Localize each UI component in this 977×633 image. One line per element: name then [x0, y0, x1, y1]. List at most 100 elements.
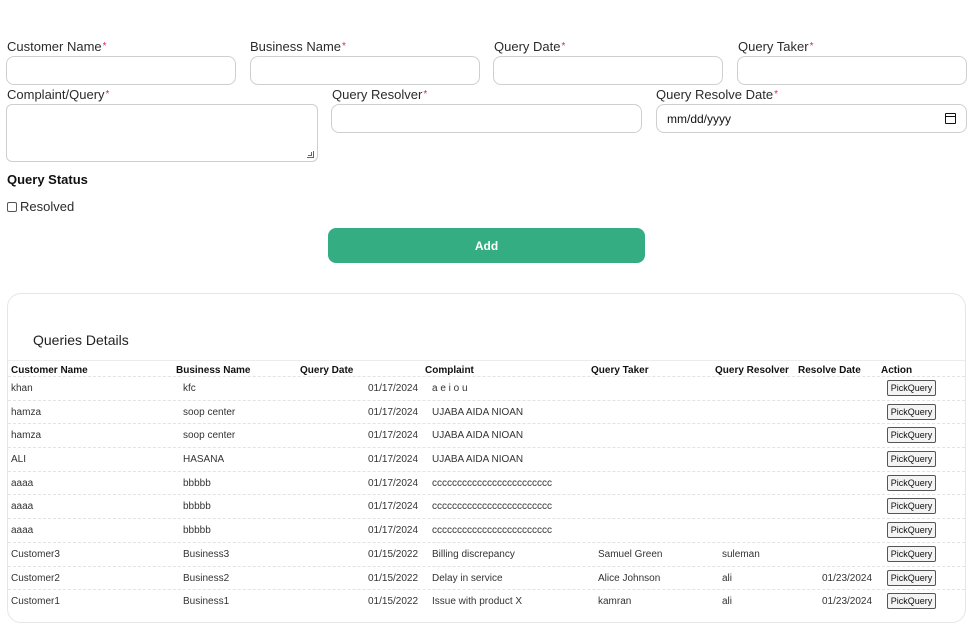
- cell-business-name: bbbbb: [183, 525, 211, 537]
- table-row: aaaa bbbbb 01/17/2024 ccccccccccccccccccccc…: [8, 470, 965, 495]
- cell-customer-name: khan: [11, 383, 33, 394]
- complaint-label: Complaint/Query*: [7, 87, 110, 102]
- table-row: Customer3 Business3 01/15/2022 Billing disc…: [8, 541, 965, 566]
- cell-complaint: UJABA AIDA NIOAN: [432, 430, 524, 442]
- cell-query-date: 01/15/2022: [368, 596, 419, 608]
- calendar-icon[interactable]: [945, 113, 956, 124]
- cell-query-date: 01/15/2022: [368, 572, 419, 584]
- queries-details-title: Queries Details: [33, 332, 129, 348]
- header-business-name: Business Name: [176, 365, 251, 376]
- cell-complaint: a e i o u: [432, 383, 468, 394]
- header-customer-name: Customer Name: [11, 365, 88, 376]
- resolved-label: Resolved: [20, 199, 75, 214]
- cell-query-taker: kamran: [598, 596, 632, 608]
- header-action: Action: [881, 365, 913, 376]
- cell-query-resolver: suleman: [722, 548, 760, 560]
- cell-query-date: 01/17/2024: [368, 406, 419, 418]
- cell-business-name: Business2: [183, 572, 230, 584]
- cell-business-name: bbbbb: [183, 477, 211, 489]
- cell-query-date: 01/17/2024: [368, 383, 419, 394]
- cell-customer-name: Customer2: [11, 572, 60, 584]
- table-body: khan kfc 01/17/2024 a e i o u PickQuery hamza…: [8, 376, 965, 613]
- table-row: aaaa bbbbb 01/17/2024 ccccccccccccccccccccc…: [8, 518, 965, 542]
- pick-query-button[interactable]: PickQuery: [887, 427, 936, 444]
- cell-complaint: UJABA AIDA NIOAN: [432, 454, 524, 466]
- business-name-label: Business Name*: [250, 39, 346, 54]
- resolved-checkbox-row[interactable]: Resolved: [7, 199, 74, 214]
- cell-query-date: 01/15/2022: [368, 548, 419, 560]
- cell-query-date: 01/17/2024: [368, 454, 419, 466]
- table-row: Customer1 Business1 01/15/2022 Issue with p…: [8, 589, 965, 613]
- customer-name-label: Customer Name*: [7, 39, 107, 54]
- resize-grip-icon[interactable]: [307, 151, 314, 158]
- cell-query-date: 01/17/2024: [368, 477, 419, 489]
- cell-customer-name: hamza: [11, 406, 42, 418]
- query-date-label: Query Date*: [494, 39, 566, 54]
- cell-complaint: Billing discrepancy: [432, 548, 515, 560]
- table-row: hamza soop center 01/17/2024 UJABA AIDA NIO…: [8, 423, 965, 447]
- cell-complaint: Delay in service: [432, 572, 503, 584]
- queries-table: Customer Name Business Name Query Date C…: [8, 360, 965, 613]
- pick-query-button[interactable]: PickQuery: [887, 545, 936, 562]
- pick-query-button[interactable]: PickQuery: [887, 569, 936, 586]
- cell-query-date: 01/17/2024: [368, 525, 419, 537]
- cell-complaint: cccccccccccccccccccccccc: [432, 477, 552, 489]
- header-complaint: Complaint: [425, 365, 474, 376]
- complaint-textarea[interactable]: [6, 104, 318, 162]
- pick-query-button[interactable]: PickQuery: [887, 451, 936, 468]
- header-query-date: Query Date: [300, 365, 354, 376]
- cell-complaint: cccccccccccccccccccccccc: [432, 501, 552, 513]
- cell-business-name: Business3: [183, 548, 230, 560]
- pick-query-button[interactable]: PickQuery: [887, 498, 936, 515]
- cell-business-name: HASANA: [183, 454, 225, 466]
- add-button[interactable]: Add: [328, 228, 645, 263]
- cell-query-date: 01/17/2024: [368, 430, 419, 442]
- resolve-date-label: Query Resolve Date*: [656, 87, 778, 102]
- cell-resolve-date: 01/23/2024: [822, 572, 873, 584]
- cell-customer-name: ALI: [11, 454, 27, 466]
- resolved-checkbox[interactable]: [7, 201, 17, 212]
- pick-query-button[interactable]: PickQuery: [887, 403, 936, 420]
- cell-query-resolver: ali: [722, 572, 733, 584]
- query-status-title: Query Status: [7, 172, 88, 187]
- cell-resolve-date: 01/23/2024: [822, 596, 873, 608]
- business-name-input[interactable]: [250, 56, 480, 85]
- cell-business-name: Business1: [183, 596, 230, 608]
- date-placeholder: mm/dd/yyyy: [667, 111, 732, 126]
- cell-customer-name: aaaa: [11, 525, 34, 537]
- cell-customer-name: Customer1: [11, 596, 60, 608]
- queries-card: Queries Details Customer Name Business N…: [7, 293, 966, 623]
- cell-query-resolver: ali: [722, 596, 733, 608]
- pick-query-button[interactable]: PickQuery: [887, 522, 936, 539]
- pick-query-button[interactable]: PickQuery: [887, 593, 936, 610]
- table-row: khan kfc 01/17/2024 a e i o u PickQuery: [8, 376, 965, 400]
- query-taker-label: Query Taker*: [738, 39, 814, 54]
- cell-business-name: soop center: [183, 406, 236, 418]
- cell-customer-name: aaaa: [11, 477, 34, 489]
- query-taker-input[interactable]: [737, 56, 967, 85]
- cell-complaint: UJABA AIDA NIOAN: [432, 406, 524, 418]
- cell-customer-name: Customer3: [11, 548, 60, 560]
- cell-business-name: kfc: [183, 383, 196, 394]
- cell-customer-name: aaaa: [11, 501, 34, 513]
- query-resolver-input[interactable]: [331, 104, 642, 133]
- cell-query-date: 01/17/2024: [368, 501, 419, 513]
- header-resolve-date: Resolve Date: [798, 365, 861, 376]
- cell-business-name: bbbbb: [183, 501, 211, 513]
- customer-name-input[interactable]: [6, 56, 236, 85]
- cell-query-taker: Samuel Green: [598, 548, 663, 560]
- cell-customer-name: hamza: [11, 430, 42, 442]
- table-row: hamza soop center 01/17/2024 UJABA AIDA NIO…: [8, 399, 965, 424]
- cell-complaint: cccccccccccccccccccccccc: [432, 525, 552, 537]
- header-query-resolver: Query Resolver: [715, 365, 789, 376]
- table-row: ALI HASANA 01/17/2024 UJABA AIDA NIOAN PickQ…: [8, 447, 965, 471]
- pick-query-button[interactable]: PickQuery: [887, 474, 936, 491]
- query-resolver-label: Query Resolver*: [332, 87, 428, 102]
- query-date-input[interactable]: [493, 56, 723, 85]
- table-header: Customer Name Business Name Query Date C…: [8, 360, 965, 376]
- pick-query-button[interactable]: PickQuery: [887, 380, 936, 396]
- cell-business-name: soop center: [183, 430, 236, 442]
- table-row: aaaa bbbbb 01/17/2024 ccccccccccccccccccccc…: [8, 494, 965, 518]
- cell-complaint: Issue with product X: [432, 596, 523, 608]
- resolve-date-input[interactable]: mm/dd/yyyy: [656, 104, 967, 133]
